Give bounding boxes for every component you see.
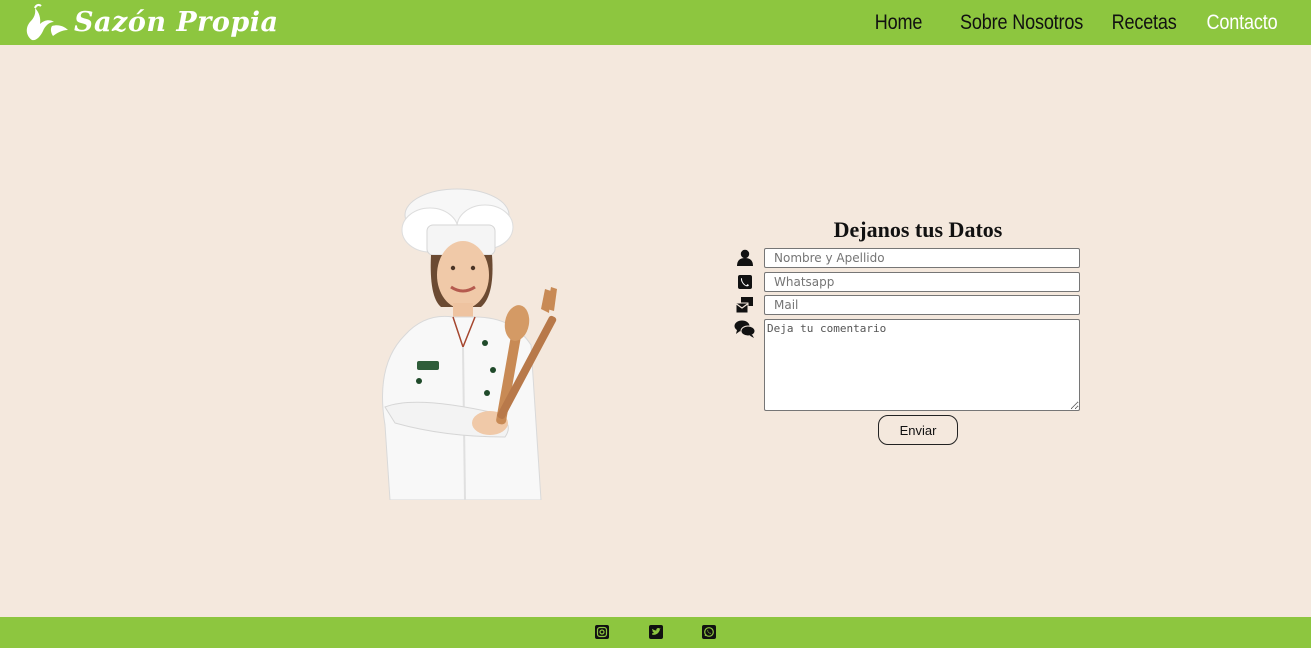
- footer: [0, 617, 1311, 648]
- nav-recetas[interactable]: Recetas: [1111, 11, 1176, 35]
- mail-input[interactable]: [764, 295, 1080, 315]
- name-input[interactable]: [764, 248, 1080, 268]
- mail-bulk-icon: [735, 297, 753, 314]
- form-title: Dejanos tus Datos: [833, 217, 1003, 242]
- chili-pepper-icon: [26, 3, 68, 41]
- comment-row: [732, 319, 1084, 411]
- top-navbar: Sazón Propia Home Sobre Nosotros Recetas…: [0, 0, 1311, 45]
- chef-image: [382, 188, 557, 500]
- comments-icon: [734, 320, 756, 338]
- brand-logo[interactable]: Sazón Propia: [22, 2, 279, 43]
- brand-name: Sazón Propia: [74, 7, 279, 38]
- whatsapp-row: [732, 272, 1084, 292]
- user-icon: [737, 249, 753, 266]
- nav-sobre-nosotros[interactable]: Sobre Nosotros: [960, 11, 1083, 35]
- whatsapp-input[interactable]: [764, 272, 1080, 292]
- nav-contacto[interactable]: Contacto: [1206, 11, 1277, 35]
- instagram-icon[interactable]: [595, 625, 609, 639]
- comment-textarea[interactable]: [764, 319, 1080, 411]
- nav-home[interactable]: Home: [874, 11, 922, 35]
- send-button[interactable]: Enviar: [878, 415, 958, 445]
- whatsapp-icon[interactable]: [702, 625, 716, 639]
- name-row: [732, 248, 1084, 268]
- mail-row: [732, 295, 1084, 315]
- phone-square-icon: [738, 275, 752, 289]
- main-nav: Home Sobre Nosotros Recetas Contacto: [849, 0, 1277, 45]
- twitter-icon[interactable]: [649, 625, 663, 639]
